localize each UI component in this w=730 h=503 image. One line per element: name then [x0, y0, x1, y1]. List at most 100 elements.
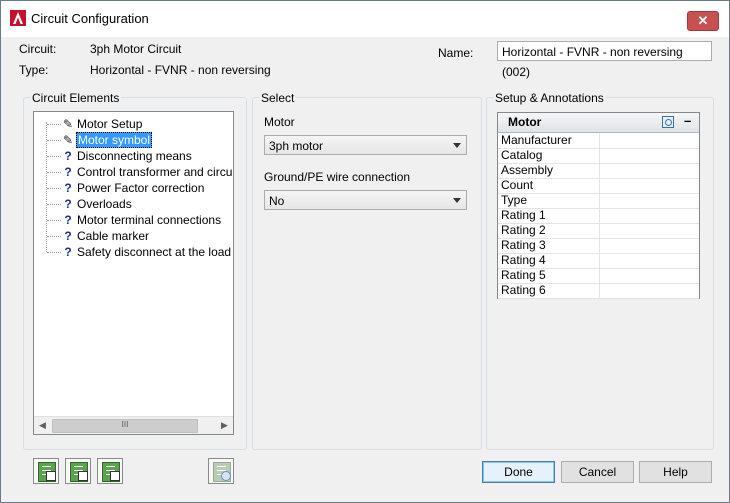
circuit-elements-tree[interactable]: ✎ Motor Setup ✎ Motor symbol? Disconnecting …: [33, 111, 234, 435]
property-row[interactable]: Rating 2: [498, 223, 699, 239]
select-title: Select: [259, 91, 297, 105]
chevron-down-icon: [453, 198, 461, 203]
property-row[interactable]: Rating 6: [498, 283, 699, 299]
ground-label: Ground/PE wire connection: [264, 170, 411, 184]
property-name: Rating 2: [501, 223, 546, 237]
property-value[interactable]: [599, 163, 700, 178]
question-icon: ?: [64, 197, 72, 211]
tree-item-label: Power Factor correction: [77, 181, 205, 195]
scroll-right-arrow-icon[interactable]: ▶: [216, 417, 233, 434]
property-name: Rating 3: [501, 238, 546, 252]
property-value[interactable]: [599, 223, 700, 238]
property-name: Assembly: [501, 163, 554, 177]
window-title: Circuit Configuration: [31, 11, 149, 26]
pencil-icon: ✎: [62, 133, 74, 147]
done-button[interactable]: Done: [482, 461, 555, 483]
tree-connector-line: [46, 122, 47, 252]
ground-dropdown[interactable]: No: [264, 190, 467, 210]
property-row[interactable]: Catalog: [498, 148, 699, 164]
property-row[interactable]: Manufacturer: [498, 133, 699, 149]
export-icon: [110, 471, 120, 481]
tree-connector: [47, 252, 61, 253]
question-icon: ?: [64, 213, 72, 227]
tree-item-label: Disconnecting means: [77, 149, 192, 163]
property-value[interactable]: [599, 193, 700, 208]
tree-connector: [47, 204, 61, 205]
scroll-left-arrow-icon[interactable]: ◀: [34, 417, 51, 434]
property-value[interactable]: [599, 208, 700, 223]
scroll-thumb[interactable]: III: [52, 419, 198, 433]
property-row[interactable]: Rating 1: [498, 208, 699, 224]
property-name: Catalog: [501, 148, 543, 162]
circuit-configuration-dialog: Circuit Configuration ✕ Circuit: 3ph Mot…: [0, 0, 730, 503]
motor-dropdown[interactable]: 3ph motor: [264, 135, 467, 155]
property-name: Type: [501, 193, 528, 207]
cancel-button[interactable]: Cancel: [561, 461, 634, 483]
question-icon: ?: [64, 165, 72, 179]
property-value[interactable]: [599, 268, 700, 283]
motor-dropdown-value: 3ph motor: [269, 139, 324, 153]
property-value[interactable]: [599, 133, 700, 148]
title-bar: Circuit Configuration ✕: [1, 1, 729, 37]
help-button[interactable]: Help: [639, 461, 712, 483]
property-name: Rating 1: [501, 208, 546, 222]
tree-connector: [47, 156, 61, 157]
property-name: Rating 4: [501, 253, 546, 267]
property-row[interactable]: Rating 4: [498, 253, 699, 269]
export-circuit-button[interactable]: [97, 458, 123, 484]
setup-annotations-title: Setup & Annotations: [493, 91, 606, 105]
property-name: Count: [501, 178, 534, 192]
tree-connector: [47, 220, 61, 221]
tree-item-label: Overloads: [77, 197, 132, 211]
property-name: Rating 6: [501, 283, 546, 297]
tree-item-label: Motor Setup: [77, 117, 143, 131]
property-row[interactable]: Assembly: [498, 163, 699, 179]
reset-circuit-button[interactable]: [208, 458, 234, 484]
property-value[interactable]: [599, 178, 700, 193]
property-value[interactable]: [599, 238, 700, 253]
property-value[interactable]: [599, 283, 700, 298]
tree-item-label: Motor symbol: [76, 132, 153, 148]
property-row[interactable]: Type: [498, 193, 699, 209]
quick-select-icon[interactable]: [662, 116, 674, 128]
properties-header: Motor –: [498, 113, 699, 133]
motor-properties-grid[interactable]: Motor – Manufacturer Catalog Assembly Count…: [497, 112, 700, 299]
save-circuit-button[interactable]: [33, 458, 59, 484]
tree-connector: [47, 140, 61, 141]
load-icon: [78, 471, 88, 481]
tree-connector: [47, 188, 61, 189]
properties-header-title: Motor: [508, 115, 542, 129]
question-icon: ?: [64, 245, 72, 259]
circuit-elements-title: Circuit Elements: [30, 91, 122, 105]
close-button[interactable]: ✕: [687, 11, 719, 31]
property-row[interactable]: Rating 5: [498, 268, 699, 284]
property-row[interactable]: Count: [498, 178, 699, 194]
tree-item-label: Cable marker: [77, 229, 150, 243]
motor-label: Motor: [264, 115, 295, 129]
name-label: Name:: [438, 46, 474, 60]
save-icon: [46, 471, 56, 481]
collapse-icon[interactable]: –: [684, 113, 691, 128]
tree-item-label: Control transformer and circuit - no: [77, 165, 233, 179]
tree-connector: [47, 124, 61, 125]
refresh-icon: [221, 471, 231, 481]
load-circuit-button[interactable]: [65, 458, 91, 484]
question-icon: ?: [64, 181, 72, 195]
dialog-body: Circuit: 3ph Motor Circuit Type: Horizon…: [1, 37, 729, 502]
tree-item-label: Safety disconnect at the load: [77, 245, 232, 259]
pencil-icon: ✎: [62, 117, 74, 131]
property-value[interactable]: [599, 148, 700, 163]
question-icon: ?: [64, 149, 72, 163]
name-field[interactable]: Horizontal - FVNR - non reversing (002): [497, 41, 712, 79]
ground-dropdown-value: No: [269, 194, 285, 208]
horizontal-scrollbar[interactable]: ◀ III ▶: [34, 416, 233, 434]
autocad-logo-icon: [10, 10, 26, 26]
tree-connector: [47, 172, 61, 173]
tree-connector: [47, 236, 61, 237]
property-name: Manufacturer: [501, 133, 572, 147]
property-name: Rating 5: [501, 268, 546, 282]
chevron-down-icon: [453, 143, 461, 148]
property-value[interactable]: [599, 253, 700, 268]
property-row[interactable]: Rating 3: [498, 238, 699, 254]
question-icon: ?: [64, 229, 72, 243]
